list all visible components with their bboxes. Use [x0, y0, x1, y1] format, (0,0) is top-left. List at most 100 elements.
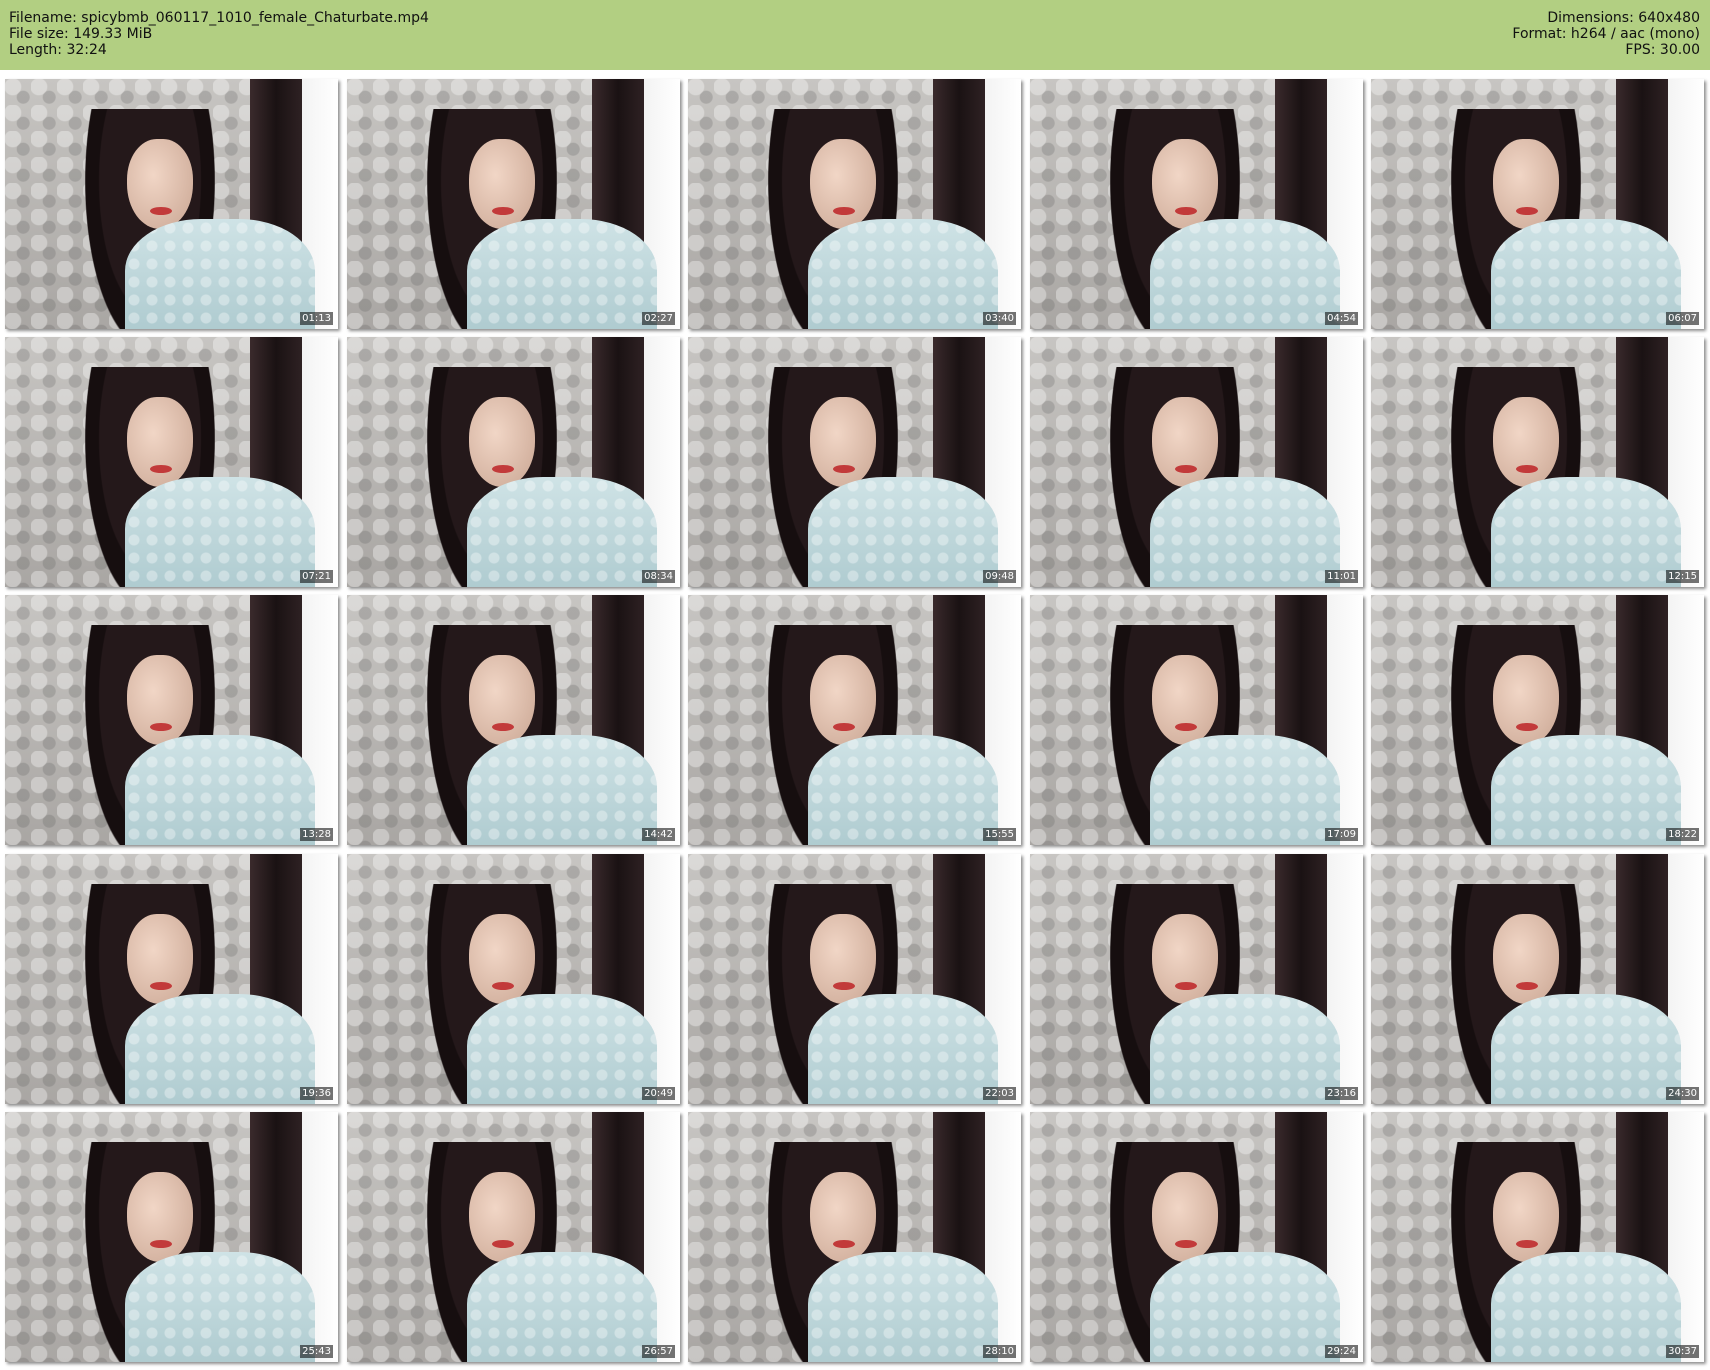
lips-shape — [833, 207, 855, 215]
video-thumbnail[interactable]: 26:57 — [347, 1112, 680, 1362]
video-thumbnail[interactable]: 15:55 — [688, 595, 1021, 845]
robe-shape — [1150, 994, 1340, 1104]
thumbnail-timestamp: 18:22 — [1666, 828, 1699, 841]
lips-shape — [492, 207, 514, 215]
robe-shape — [1491, 735, 1681, 845]
video-thumbnail[interactable]: 28:10 — [688, 1112, 1021, 1362]
thumbnail-timestamp: 01:13 — [300, 312, 333, 325]
lips-shape — [150, 207, 172, 215]
face-shape — [1493, 397, 1559, 487]
robe-shape — [467, 477, 657, 587]
thumbnail-timestamp: 08:34 — [642, 570, 675, 583]
robe-shape — [1150, 477, 1340, 587]
face-shape — [810, 655, 876, 745]
face-shape — [127, 1172, 193, 1262]
robe-shape — [808, 994, 998, 1104]
video-thumbnail[interactable]: 30:37 — [1371, 1112, 1704, 1362]
thumbnail-timestamp: 12:15 — [1666, 570, 1699, 583]
face-shape — [469, 914, 535, 1004]
face-shape — [810, 397, 876, 487]
video-thumbnail[interactable]: 02:27 — [347, 79, 680, 329]
video-thumbnail[interactable]: 08:34 — [347, 337, 680, 587]
robe-shape — [1150, 219, 1340, 329]
thumbnail-timestamp: 22:03 — [983, 1087, 1016, 1100]
video-thumbnail[interactable]: 13:28 — [5, 595, 338, 845]
robe-shape — [808, 1252, 998, 1362]
robe-shape — [808, 219, 998, 329]
dimensions-text: Dimensions: 640x480 — [1547, 10, 1700, 26]
face-shape — [810, 914, 876, 1004]
lips-shape — [150, 1240, 172, 1248]
thumbnail-timestamp: 26:57 — [642, 1345, 675, 1358]
video-thumbnail[interactable]: 25:43 — [5, 1112, 338, 1362]
lips-shape — [1175, 1240, 1197, 1248]
robe-shape — [125, 994, 315, 1104]
video-thumbnail[interactable]: 01:13 — [5, 79, 338, 329]
thumbnail-timestamp: 30:37 — [1666, 1345, 1699, 1358]
robe-shape — [1150, 735, 1340, 845]
thumbnail-timestamp: 11:01 — [1325, 570, 1358, 583]
file-info-left: Filename: spicybmb_060117_1010_female_Ch… — [9, 10, 429, 58]
video-thumbnail[interactable]: 11:01 — [1030, 337, 1363, 587]
lips-shape — [833, 723, 855, 731]
video-thumbnail[interactable]: 29:24 — [1030, 1112, 1363, 1362]
thumbnail-timestamp: 03:40 — [983, 312, 1016, 325]
lips-shape — [1516, 207, 1538, 215]
video-thumbnail[interactable]: 12:15 — [1371, 337, 1704, 587]
face-shape — [127, 139, 193, 229]
format-text: Format: h264 / aac (mono) — [1512, 26, 1700, 42]
video-thumbnail[interactable]: 07:21 — [5, 337, 338, 587]
thumbnail-timestamp: 07:21 — [300, 570, 333, 583]
face-shape — [1493, 914, 1559, 1004]
robe-shape — [1491, 994, 1681, 1104]
lips-shape — [492, 982, 514, 990]
face-shape — [1493, 655, 1559, 745]
lips-shape — [1175, 723, 1197, 731]
face-shape — [1152, 914, 1218, 1004]
lips-shape — [1516, 465, 1538, 473]
robe-shape — [467, 735, 657, 845]
video-thumbnail[interactable]: 03:40 — [688, 79, 1021, 329]
face-shape — [1152, 397, 1218, 487]
video-thumbnail[interactable]: 06:07 — [1371, 79, 1704, 329]
thumbnail-timestamp: 25:43 — [300, 1345, 333, 1358]
thumbnail-timestamp: 09:48 — [983, 570, 1016, 583]
thumbnail-grid: 01:13 02:27 03:40 04:54 06:07 07:21 08:34 09:48… — [5, 79, 1709, 1365]
thumbnail-timestamp: 19:36 — [300, 1087, 333, 1100]
robe-shape — [125, 735, 315, 845]
video-thumbnail[interactable]: 14:42 — [347, 595, 680, 845]
lips-shape — [492, 1240, 514, 1248]
thumbnail-timestamp: 04:54 — [1325, 312, 1358, 325]
face-shape — [469, 655, 535, 745]
face-shape — [1152, 1172, 1218, 1262]
lips-shape — [150, 723, 172, 731]
thumbnail-timestamp: 17:09 — [1325, 828, 1358, 841]
face-shape — [810, 139, 876, 229]
lips-shape — [150, 982, 172, 990]
face-shape — [1152, 655, 1218, 745]
robe-shape — [808, 735, 998, 845]
thumbnail-timestamp: 24:30 — [1666, 1087, 1699, 1100]
thumbnail-timestamp: 02:27 — [642, 312, 675, 325]
face-shape — [127, 914, 193, 1004]
lips-shape — [1175, 207, 1197, 215]
lips-shape — [833, 982, 855, 990]
face-shape — [127, 655, 193, 745]
lips-shape — [150, 465, 172, 473]
face-shape — [810, 1172, 876, 1262]
lips-shape — [492, 465, 514, 473]
video-thumbnail[interactable]: 23:16 — [1030, 854, 1363, 1104]
video-thumbnail[interactable]: 24:30 — [1371, 854, 1704, 1104]
filename-text: Filename: spicybmb_060117_1010_female_Ch… — [9, 10, 429, 26]
face-shape — [469, 397, 535, 487]
video-thumbnail[interactable]: 04:54 — [1030, 79, 1363, 329]
video-thumbnail[interactable]: 09:48 — [688, 337, 1021, 587]
thumbnail-timestamp: 15:55 — [983, 828, 1016, 841]
video-thumbnail[interactable]: 17:09 — [1030, 595, 1363, 845]
video-thumbnail[interactable]: 19:36 — [5, 854, 338, 1104]
video-thumbnail[interactable]: 20:49 — [347, 854, 680, 1104]
video-thumbnail[interactable]: 22:03 — [688, 854, 1021, 1104]
face-shape — [1152, 139, 1218, 229]
file-info-right: Dimensions: 640x480 Format: h264 / aac (… — [1512, 10, 1700, 58]
video-thumbnail[interactable]: 18:22 — [1371, 595, 1704, 845]
